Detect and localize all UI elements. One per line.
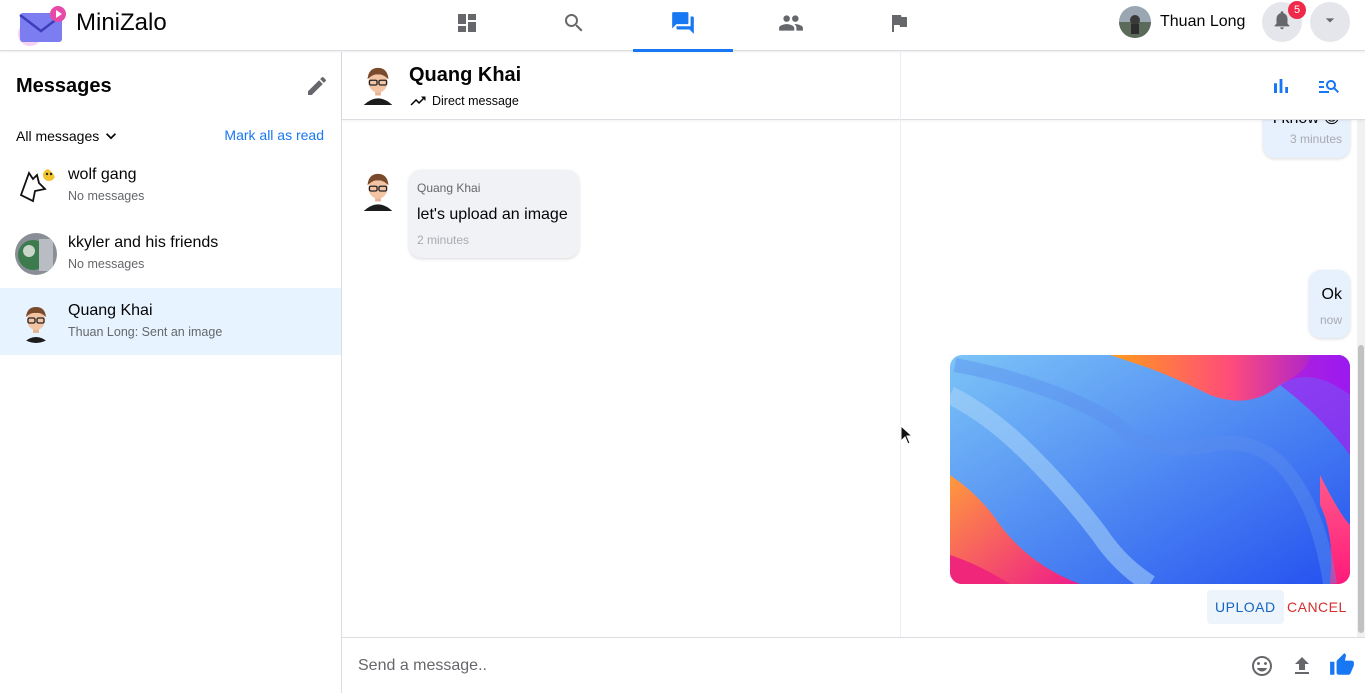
tab-flags[interactable] [849,0,949,51]
divider [900,52,901,637]
conversations-sidebar: Messages All messages Mark all as read w… [0,52,342,693]
conversation-item-kkyler[interactable]: kkyler and his friends No messages [0,220,341,287]
filter-label: All messages [16,128,100,144]
app-name[interactable]: MiniZalo [76,9,167,37]
message-time: now [1319,313,1342,327]
message-bubble: Quang Khai let's upload an image 2 minut… [409,170,579,258]
caret-down-icon [1320,10,1340,35]
stats-button[interactable] [1269,74,1293,98]
message-composer [342,637,1365,693]
trending-up-icon [409,92,427,110]
upload-icon [1290,657,1314,682]
user-name: Thuan Long [1160,13,1246,30]
message-input[interactable] [342,638,1222,693]
pencil-icon [305,76,329,102]
like-button[interactable] [1329,652,1355,678]
message-text: Ok [1321,286,1342,303]
chat-subtitle: Direct message [409,92,519,110]
mark-all-read-link[interactable]: Mark all as read [224,127,324,143]
chat-header: Quang Khai Direct message [342,52,1365,120]
conversation-last-message: Thuan Long: Sent an image [68,325,223,339]
conversation-last-message: No messages [68,257,145,271]
top-bar: MiniZalo Thuan Long 5 [0,0,1365,52]
search-icon [562,11,586,40]
bar-chart-icon [1269,79,1293,102]
avatar [1119,6,1151,38]
conversation-name: Quang Khai [68,302,153,319]
sidebar-title: Messages [16,75,112,97]
emoji-button[interactable] [1250,654,1274,678]
account-menu-button[interactable] [1310,2,1350,42]
tab-dashboard[interactable] [417,0,517,51]
app-logo[interactable] [16,4,68,46]
avatar [15,165,57,207]
avatar [15,301,57,343]
avatar[interactable] [358,64,398,106]
manage-search-icon [1317,80,1341,102]
mouse-cursor [900,424,914,450]
notifications-button[interactable]: 5 [1262,1,1306,42]
chevron-down-icon [101,126,121,146]
dashboard-icon [455,11,479,40]
search-messages-button[interactable] [1317,74,1341,98]
emoji-icon [1250,656,1274,682]
attach-upload-button[interactable] [1290,654,1314,678]
avatar [358,170,398,212]
conversation-item-wolf-gang[interactable]: wolf gang No messages [0,152,341,219]
conversation-item-quang-khai[interactable]: Quang Khai Thuan Long: Sent an image [0,288,341,355]
message-text: let's upload an image [417,206,568,223]
avatar [15,233,57,275]
conversation-name: kkyler and his friends [68,234,219,251]
chat-type-label: Direct message [432,94,519,108]
conversation-last-message: No messages [68,189,145,203]
message-bubble: Ok now [1309,270,1350,338]
compose-button[interactable] [305,74,329,98]
tab-search[interactable] [524,0,624,51]
message-time: 2 minutes [417,233,470,247]
cancel-button[interactable]: CANCEL [1279,590,1355,624]
image-upload-preview [950,355,1350,584]
message-scrollbar[interactable] [1357,120,1365,637]
messages-icon [670,10,696,41]
tab-messages[interactable] [633,0,733,52]
message-bubble: I know 😊 3 minutes [1263,120,1350,158]
chat-title: Quang Khai [409,64,522,86]
user-profile-chip[interactable]: Thuan Long [1119,5,1245,39]
friends-icon [778,10,804,41]
flag-icon [887,11,911,40]
thumbs-up-icon [1329,653,1355,682]
tab-friends[interactable] [741,0,841,51]
upload-button[interactable]: UPLOAD [1207,590,1284,624]
message-text: I know 😊 [1273,120,1340,128]
message-sender: Quang Khai [417,181,481,195]
message-time: 3 minutes [1289,132,1342,146]
notification-badge: 5 [1288,1,1306,19]
conversation-name: wolf gang [68,166,137,183]
message-filter-dropdown[interactable]: All messages [16,126,121,146]
scrollbar-thumb[interactable] [1358,345,1364,633]
